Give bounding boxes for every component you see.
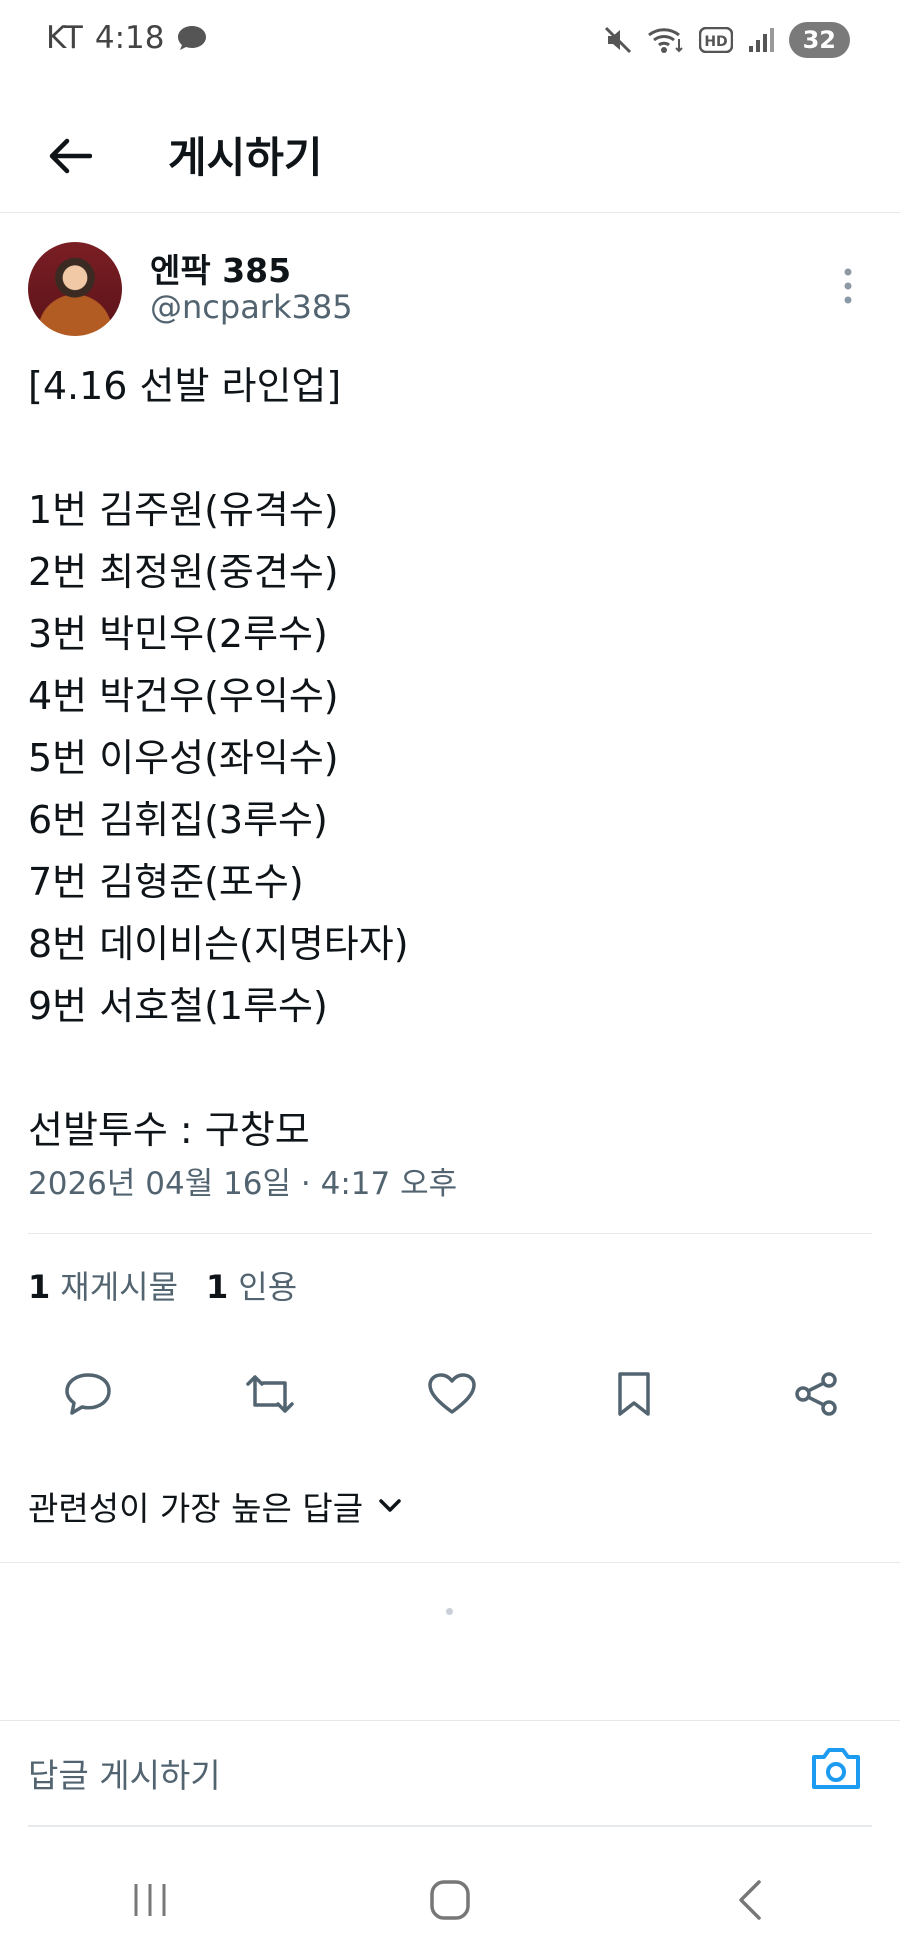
post-stats: 1 재게시물 1 인용 xyxy=(28,1262,297,1308)
repost-button[interactable] xyxy=(234,1362,306,1426)
more-options-button[interactable] xyxy=(828,262,868,312)
quote-count: 1 xyxy=(206,1268,229,1306)
repost-label: 재게시물 xyxy=(60,1268,179,1306)
section-divider xyxy=(0,1562,900,1563)
messenger-icon xyxy=(178,26,207,50)
bookmark-icon xyxy=(618,1372,650,1416)
bookmark-button[interactable] xyxy=(598,1362,670,1426)
reply-sort-selector[interactable]: 관련성이 가장 높은 답글 xyxy=(28,1482,403,1530)
divider xyxy=(28,1233,872,1234)
clock: 4:18 xyxy=(94,20,165,56)
share-button[interactable] xyxy=(780,1362,852,1426)
back-arrow-icon xyxy=(49,138,92,174)
carrier-label: KT xyxy=(46,20,83,56)
like-icon xyxy=(428,1373,476,1414)
repost-stat[interactable]: 1 재게시물 xyxy=(28,1262,178,1308)
reply-input[interactable]: 답글 게시하기 xyxy=(28,1749,221,1797)
post-timestamp[interactable]: 2026년 04월 16일 · 4:17 오후 xyxy=(28,1158,457,1203)
like-button[interactable] xyxy=(416,1362,488,1426)
home-button[interactable] xyxy=(405,1865,495,1935)
system-nav-bar xyxy=(0,1850,900,1950)
battery-indicator: 32 xyxy=(788,22,850,58)
back-nav-button[interactable] xyxy=(705,1865,795,1935)
status-right: HD 32 xyxy=(603,22,850,58)
action-bar xyxy=(52,1362,852,1426)
recent-apps-button[interactable] xyxy=(105,1865,195,1935)
author-display-name[interactable]: 엔팍 385 xyxy=(150,244,291,292)
app-bar: 게시하기 xyxy=(0,100,900,213)
back-nav-icon xyxy=(739,1880,761,1920)
hd-icon: HD xyxy=(698,27,733,53)
author-handle[interactable]: @ncpark385 xyxy=(150,288,353,326)
mute-icon xyxy=(604,26,631,54)
post-author: 엔팍 385 @ncpark385 xyxy=(28,242,872,342)
home-icon xyxy=(430,1880,470,1920)
share-icon xyxy=(795,1372,837,1416)
wifi-icon xyxy=(647,28,683,53)
reply-input-underline xyxy=(28,1825,872,1827)
quote-stat[interactable]: 1 인용 xyxy=(206,1262,297,1308)
reply-button[interactable] xyxy=(52,1362,124,1426)
back-button[interactable] xyxy=(40,126,100,186)
chevron-down-icon xyxy=(379,1499,401,1512)
recent-apps-icon xyxy=(134,1884,166,1916)
status-bar: KT 4:18 HD 32 xyxy=(0,0,900,84)
reply-sort-label: 관련성이 가장 높은 답글 xyxy=(28,1489,364,1528)
more-vertical-icon xyxy=(844,268,852,304)
reply-composer: 답글 게시하기 xyxy=(0,1720,900,1827)
repost-icon xyxy=(246,1375,294,1413)
post-text: [4.16 선발 라인업] 1번 김주원(유격수) 2번 최정원(중견수) 3번… xyxy=(28,364,409,1152)
svg-text:HD: HD xyxy=(704,34,727,50)
avatar[interactable] xyxy=(28,242,122,336)
loading-indicator xyxy=(446,1608,453,1615)
signal-icon xyxy=(748,28,774,52)
quote-label: 인용 xyxy=(238,1268,298,1306)
reply-icon xyxy=(65,1373,111,1415)
status-left: KT 4:18 xyxy=(46,20,208,56)
camera-icon xyxy=(812,1748,860,1789)
page-title: 게시하기 xyxy=(168,133,323,182)
repost-count: 1 xyxy=(28,1268,51,1306)
camera-button[interactable] xyxy=(808,1743,868,1803)
